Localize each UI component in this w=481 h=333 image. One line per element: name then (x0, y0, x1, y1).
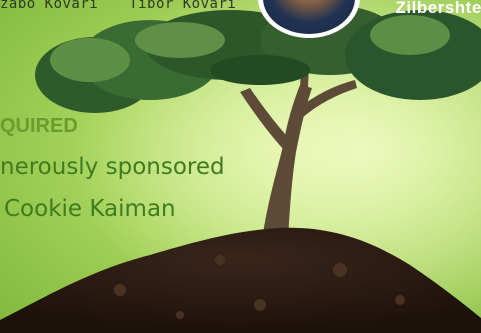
poster-scene: zabo Kovari Tibor Kovari Zilbershtei QUI… (0, 0, 481, 333)
speaker-names: zabo Kovari Tibor Kovari (0, 0, 258, 12)
sponsor-line-1: nerously sponsored (0, 154, 225, 180)
avatar-photo (263, 0, 355, 34)
poster-heading: QUIRED (0, 115, 78, 137)
speaker-name-3: Zilbershtei (395, 0, 481, 17)
sponsor-line-2: Cookie Kaiman (4, 196, 176, 222)
speaker-name-1: zabo Kovari (0, 0, 99, 12)
speaker-name-2: Tibor Kovari (129, 0, 237, 12)
